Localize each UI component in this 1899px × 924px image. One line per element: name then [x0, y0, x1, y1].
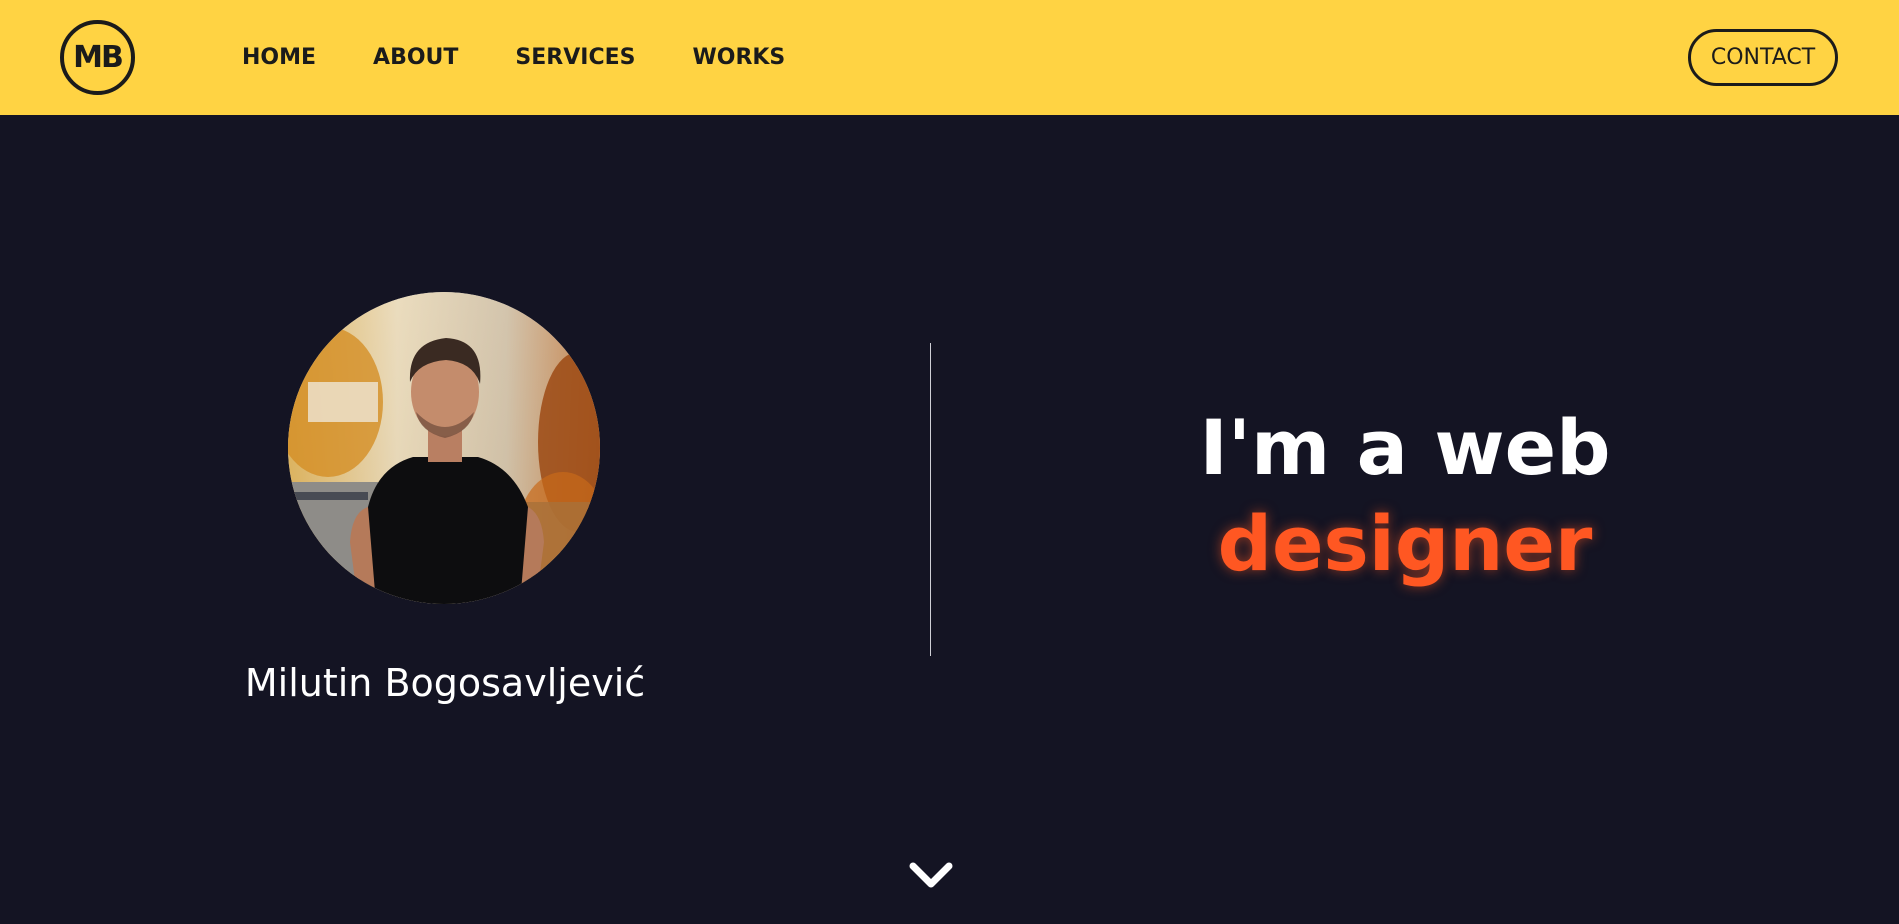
person-name: Milutin Bogosavljević — [244, 661, 646, 705]
scroll-down-button[interactable] — [907, 858, 955, 894]
profile-photo-illustration — [288, 292, 600, 604]
nav-link-works[interactable]: WORKS — [692, 45, 785, 70]
headline-line-1: I'm a web — [1199, 403, 1611, 492]
headline: I'm a web designer — [1105, 400, 1705, 592]
divider — [930, 343, 931, 656]
nav-link-about[interactable]: ABOUT — [373, 45, 458, 70]
nav-link-home[interactable]: HOME — [242, 45, 316, 70]
nav-links: HOME ABOUT SERVICES WORKS — [242, 0, 842, 115]
logo[interactable]: MB — [60, 20, 135, 95]
chevron-down-icon — [909, 862, 953, 888]
nav-link-services[interactable]: SERVICES — [515, 45, 635, 70]
profile-photo — [288, 292, 600, 604]
contact-button[interactable]: CONTACT — [1688, 29, 1838, 86]
navbar: MB HOME ABOUT SERVICES WORKS CONTACT — [0, 0, 1899, 115]
headline-line-2: designer — [1217, 499, 1593, 588]
